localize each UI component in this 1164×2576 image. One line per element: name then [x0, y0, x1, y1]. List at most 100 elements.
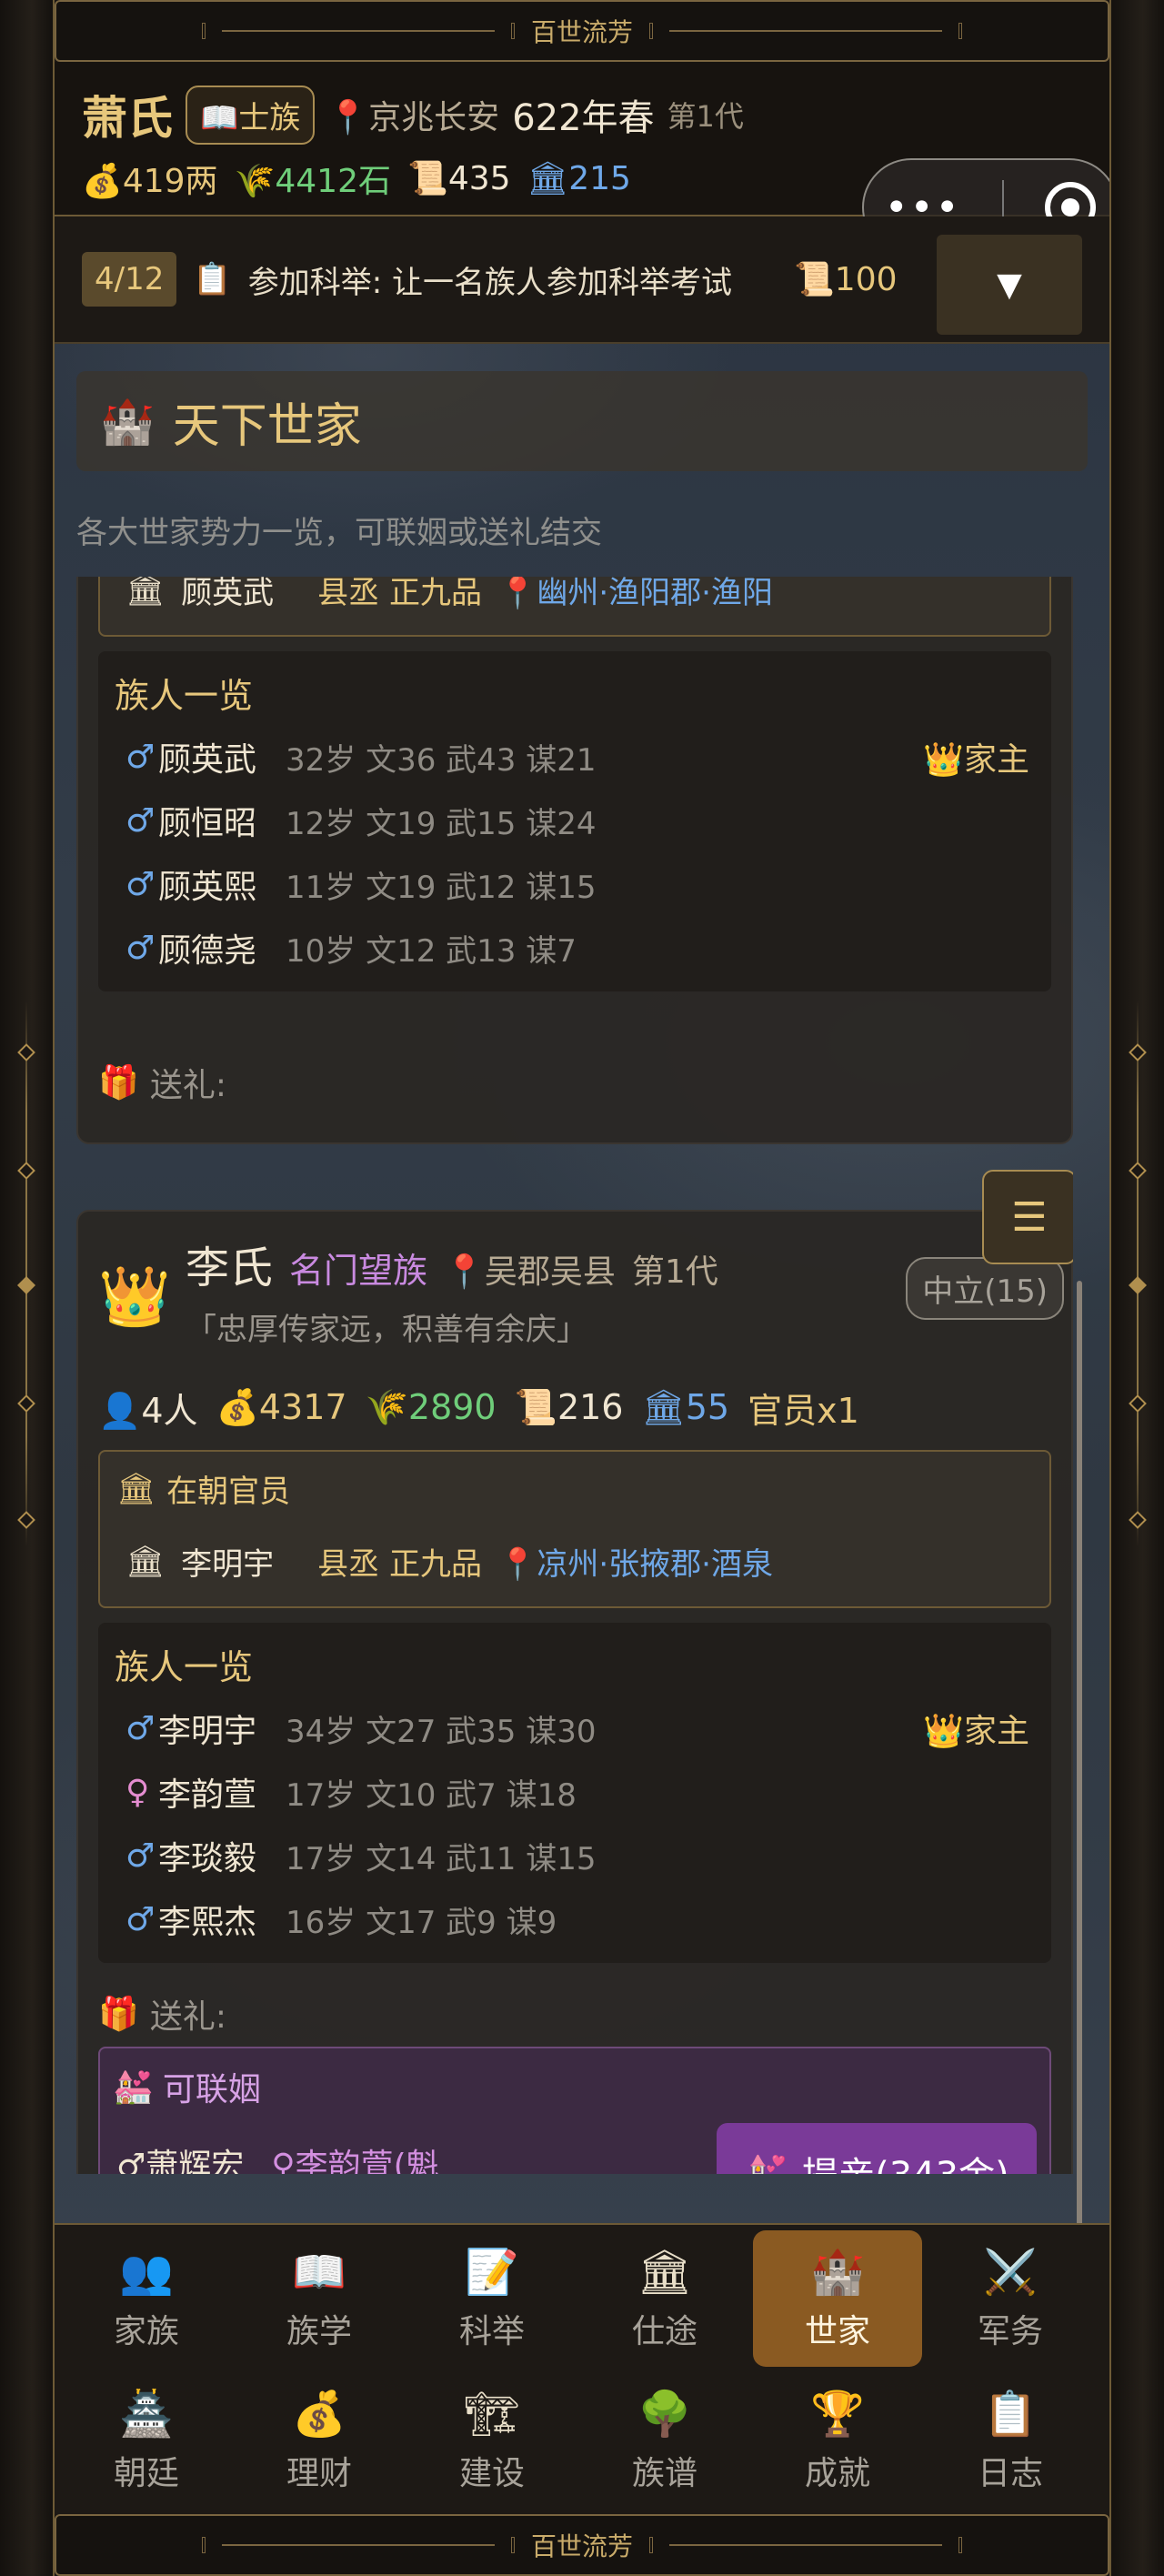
tab-build[interactable]: 🏗 建设: [407, 2372, 577, 2509]
attitude-badge: 中立(15): [906, 1257, 1064, 1320]
construction-icon: 🏗: [464, 2388, 520, 2440]
money-bag-icon: 💰: [216, 1387, 259, 1427]
officials-title: 在朝官员: [166, 1474, 291, 1510]
person-icon: 👤: [98, 1391, 142, 1431]
gift-row[interactable]: 🎁 送礼:: [98, 1990, 226, 2038]
officials-panel: 🏛 顾英武 县丞 正九品 📍幽州·渔阳郡·渔阳: [98, 577, 1051, 637]
government-icon: 🏛: [527, 160, 569, 197]
clan-card: 👑 李氏 名门望族 📍吴郡吴县 第1代 「忠厚传家远，积善有余庆」 中立(15)…: [76, 1170, 1073, 2174]
money-bag-icon: 💰: [82, 163, 123, 200]
grain-icon: 🌾: [365, 1387, 408, 1427]
clan-motto: 「忠厚传家远，积善有余庆」: [186, 1312, 587, 1348]
frame-ornament: [17, 1162, 35, 1180]
frame-ornament: [1129, 1276, 1147, 1294]
frame-ornament: [1129, 1043, 1147, 1062]
tab-career[interactable]: 🏛 仕途: [580, 2230, 749, 2367]
frame-ornament: [1129, 1511, 1147, 1529]
tab-genealogy[interactable]: 🌳 族谱: [580, 2372, 749, 2509]
menu-button[interactable]: ☰: [982, 1170, 1073, 1264]
grain-stat: 🌾4412石: [234, 163, 391, 200]
members-panel: 族人一览 ♂ 顾英武 32岁 文36 武43 谋21 👑家主 ♂ 顾恒昭 12岁…: [98, 651, 1051, 991]
wedding-icon: 💒: [744, 2151, 790, 2175]
tab-exam[interactable]: 📝 科举: [407, 2230, 577, 2367]
clan-name: 李氏: [186, 1243, 274, 1293]
bottom-tab-bar: 👥 家族 📖 族学 📝 科举 🏛 仕途 🏰 世家 ⚔️ 军务 🏯 朝廷 💰 理财 🏗 建设 🌳 族谱: [55, 2223, 1109, 2514]
clan-list[interactable]: 🏛 顾英武 县丞 正九品 📍幽州·渔阳郡·渔阳 族人一览 ♂ 顾英武 32岁 文…: [76, 577, 1073, 2174]
tab-court[interactable]: 🏯 朝廷: [62, 2372, 231, 2509]
quest-progress: 4/12: [82, 252, 177, 307]
male-icon: ♂: [125, 801, 156, 840]
swords-icon: ⚔️: [983, 2246, 1038, 2298]
frame-ornament: [1129, 1162, 1147, 1180]
pin-icon: 📍: [497, 577, 537, 611]
quest-text: 参加科举: 让一名族人参加科举考试: [247, 264, 732, 301]
member-row[interactable]: ♂ 顾恒昭 12岁 文19 武15 谋24: [125, 793, 1029, 848]
current-year: 622年春: [512, 97, 655, 139]
castle-icon: 🏰: [810, 2246, 865, 2298]
scroll-stat: 📜435: [407, 160, 511, 197]
scroll-icon: 📜: [407, 160, 448, 197]
gift-row[interactable]: 🎁 送礼:: [98, 1059, 226, 1106]
groom-select[interactable]: ♂萧辉宏: [116, 2139, 244, 2174]
top-banner: 百世流芳: [55, 0, 1109, 62]
tab-school[interactable]: 📖 族学: [235, 2230, 404, 2367]
member-row[interactable]: ♂ 顾德尧 10岁 文12 武13 谋7: [125, 921, 1029, 975]
quest-expand-button[interactable]: ▼: [937, 235, 1082, 335]
frame-ornament: [17, 1511, 35, 1529]
propose-marriage-button[interactable]: 💒 提亲(343金): [717, 2123, 1037, 2174]
clan-resources: 👤4人 💰4317 🌾2890 📜216 🏛55 官员x1: [98, 1383, 859, 1433]
book-icon: 📖: [200, 99, 239, 136]
clan-name: 萧氏: [82, 92, 173, 145]
memo-icon: 📝: [465, 2246, 519, 2298]
marriage-title: 可联姻: [162, 2071, 261, 2108]
pin-icon: 📍: [444, 1253, 485, 1291]
member-row[interactable]: ♂ 李明宇 34岁 文27 武35 谋30 👑家主: [125, 1701, 1029, 1756]
castle-icon: 🏰: [100, 396, 155, 448]
family-icon: 👥: [119, 2246, 174, 2298]
government-icon: 🏛: [116, 1470, 156, 1507]
member-row[interactable]: ♂ 顾英熙 11岁 文19 武12 谋15: [125, 857, 1029, 911]
tree-icon: 🌳: [637, 2388, 692, 2440]
grain-icon: 🌾: [234, 163, 276, 200]
clan-head-badge: 👑家主: [923, 1713, 1029, 1750]
member-row[interactable]: ♂ 李熙杰 16岁 文17 武9 谋9: [125, 1892, 1029, 1947]
gift-icon: 🎁: [98, 1064, 139, 1102]
member-row[interactable]: ♀ 李韵萱 17岁 文10 武7 谋18: [125, 1765, 1029, 1819]
scroll-icon: 📜: [514, 1387, 557, 1427]
member-row[interactable]: ♂ 顾英武 32岁 文36 武43 谋21 👑家主: [125, 730, 1029, 784]
bottom-banner: 百世流芳: [55, 2514, 1109, 2576]
tab-log[interactable]: 📋 日志: [926, 2372, 1095, 2509]
pin-icon: 📍: [497, 1546, 537, 1583]
rank-badge[interactable]: 📖士族: [186, 85, 316, 145]
bride-select[interactable]: ♀李韵萱(魁: [271, 2139, 438, 2174]
officials-count: 官员x1: [748, 1391, 859, 1431]
section-title: 天下世家: [172, 398, 362, 454]
member-row[interactable]: ♂ 李琰毅 17岁 文14 武11 谋15: [125, 1828, 1029, 1883]
money-stat: 💰419两: [82, 163, 218, 200]
generation: 第1代: [667, 99, 744, 134]
tab-clans[interactable]: 🏰 世家: [753, 2230, 922, 2367]
clan-head-badge: 👑家主: [923, 741, 1029, 779]
tab-finance[interactable]: 💰 理财: [235, 2372, 404, 2509]
frame-ornament: [17, 1276, 35, 1294]
tab-achievements[interactable]: 🏆 成就: [753, 2372, 922, 2509]
government-icon: 🏛: [125, 577, 166, 609]
tab-military[interactable]: ⚔️ 军务: [926, 2230, 1095, 2367]
male-icon: ♂: [125, 1836, 156, 1875]
official-row: 🏛 李明宇 县丞 正九品 📍凉州·张掖郡·酒泉: [125, 1543, 773, 1584]
right-frame: [1109, 0, 1164, 2576]
money-bag-icon: 💰: [292, 2388, 346, 2440]
clan-header: 萧氏 📖士族 📍京兆长安 622年春 第1代 💰419两 🌾4412石 📜435…: [55, 62, 1109, 257]
male-icon: ♂: [125, 865, 156, 903]
tab-family[interactable]: 👥 家族: [62, 2230, 231, 2367]
marriage-panel: 💒 可联姻 ♂萧辉宏 ♀李韵萱(魁 💒 提亲(343金): [98, 2047, 1051, 2174]
scrollbar[interactable]: [1077, 1281, 1082, 2250]
quest-bar[interactable]: 4/12 📋 参加科举: 让一名族人参加科举考试 📜100 ▼: [55, 216, 1109, 344]
banner-title: 百世流芳: [530, 2531, 633, 2561]
male-icon: ♂: [125, 1709, 156, 1747]
pin-icon: 📍: [327, 99, 369, 136]
frame-ornament: [17, 1394, 35, 1413]
section-header: 🏰 天下世家: [76, 371, 1088, 471]
female-icon: ♀: [125, 1773, 150, 1811]
crown-icon: 👑: [98, 1263, 171, 1331]
